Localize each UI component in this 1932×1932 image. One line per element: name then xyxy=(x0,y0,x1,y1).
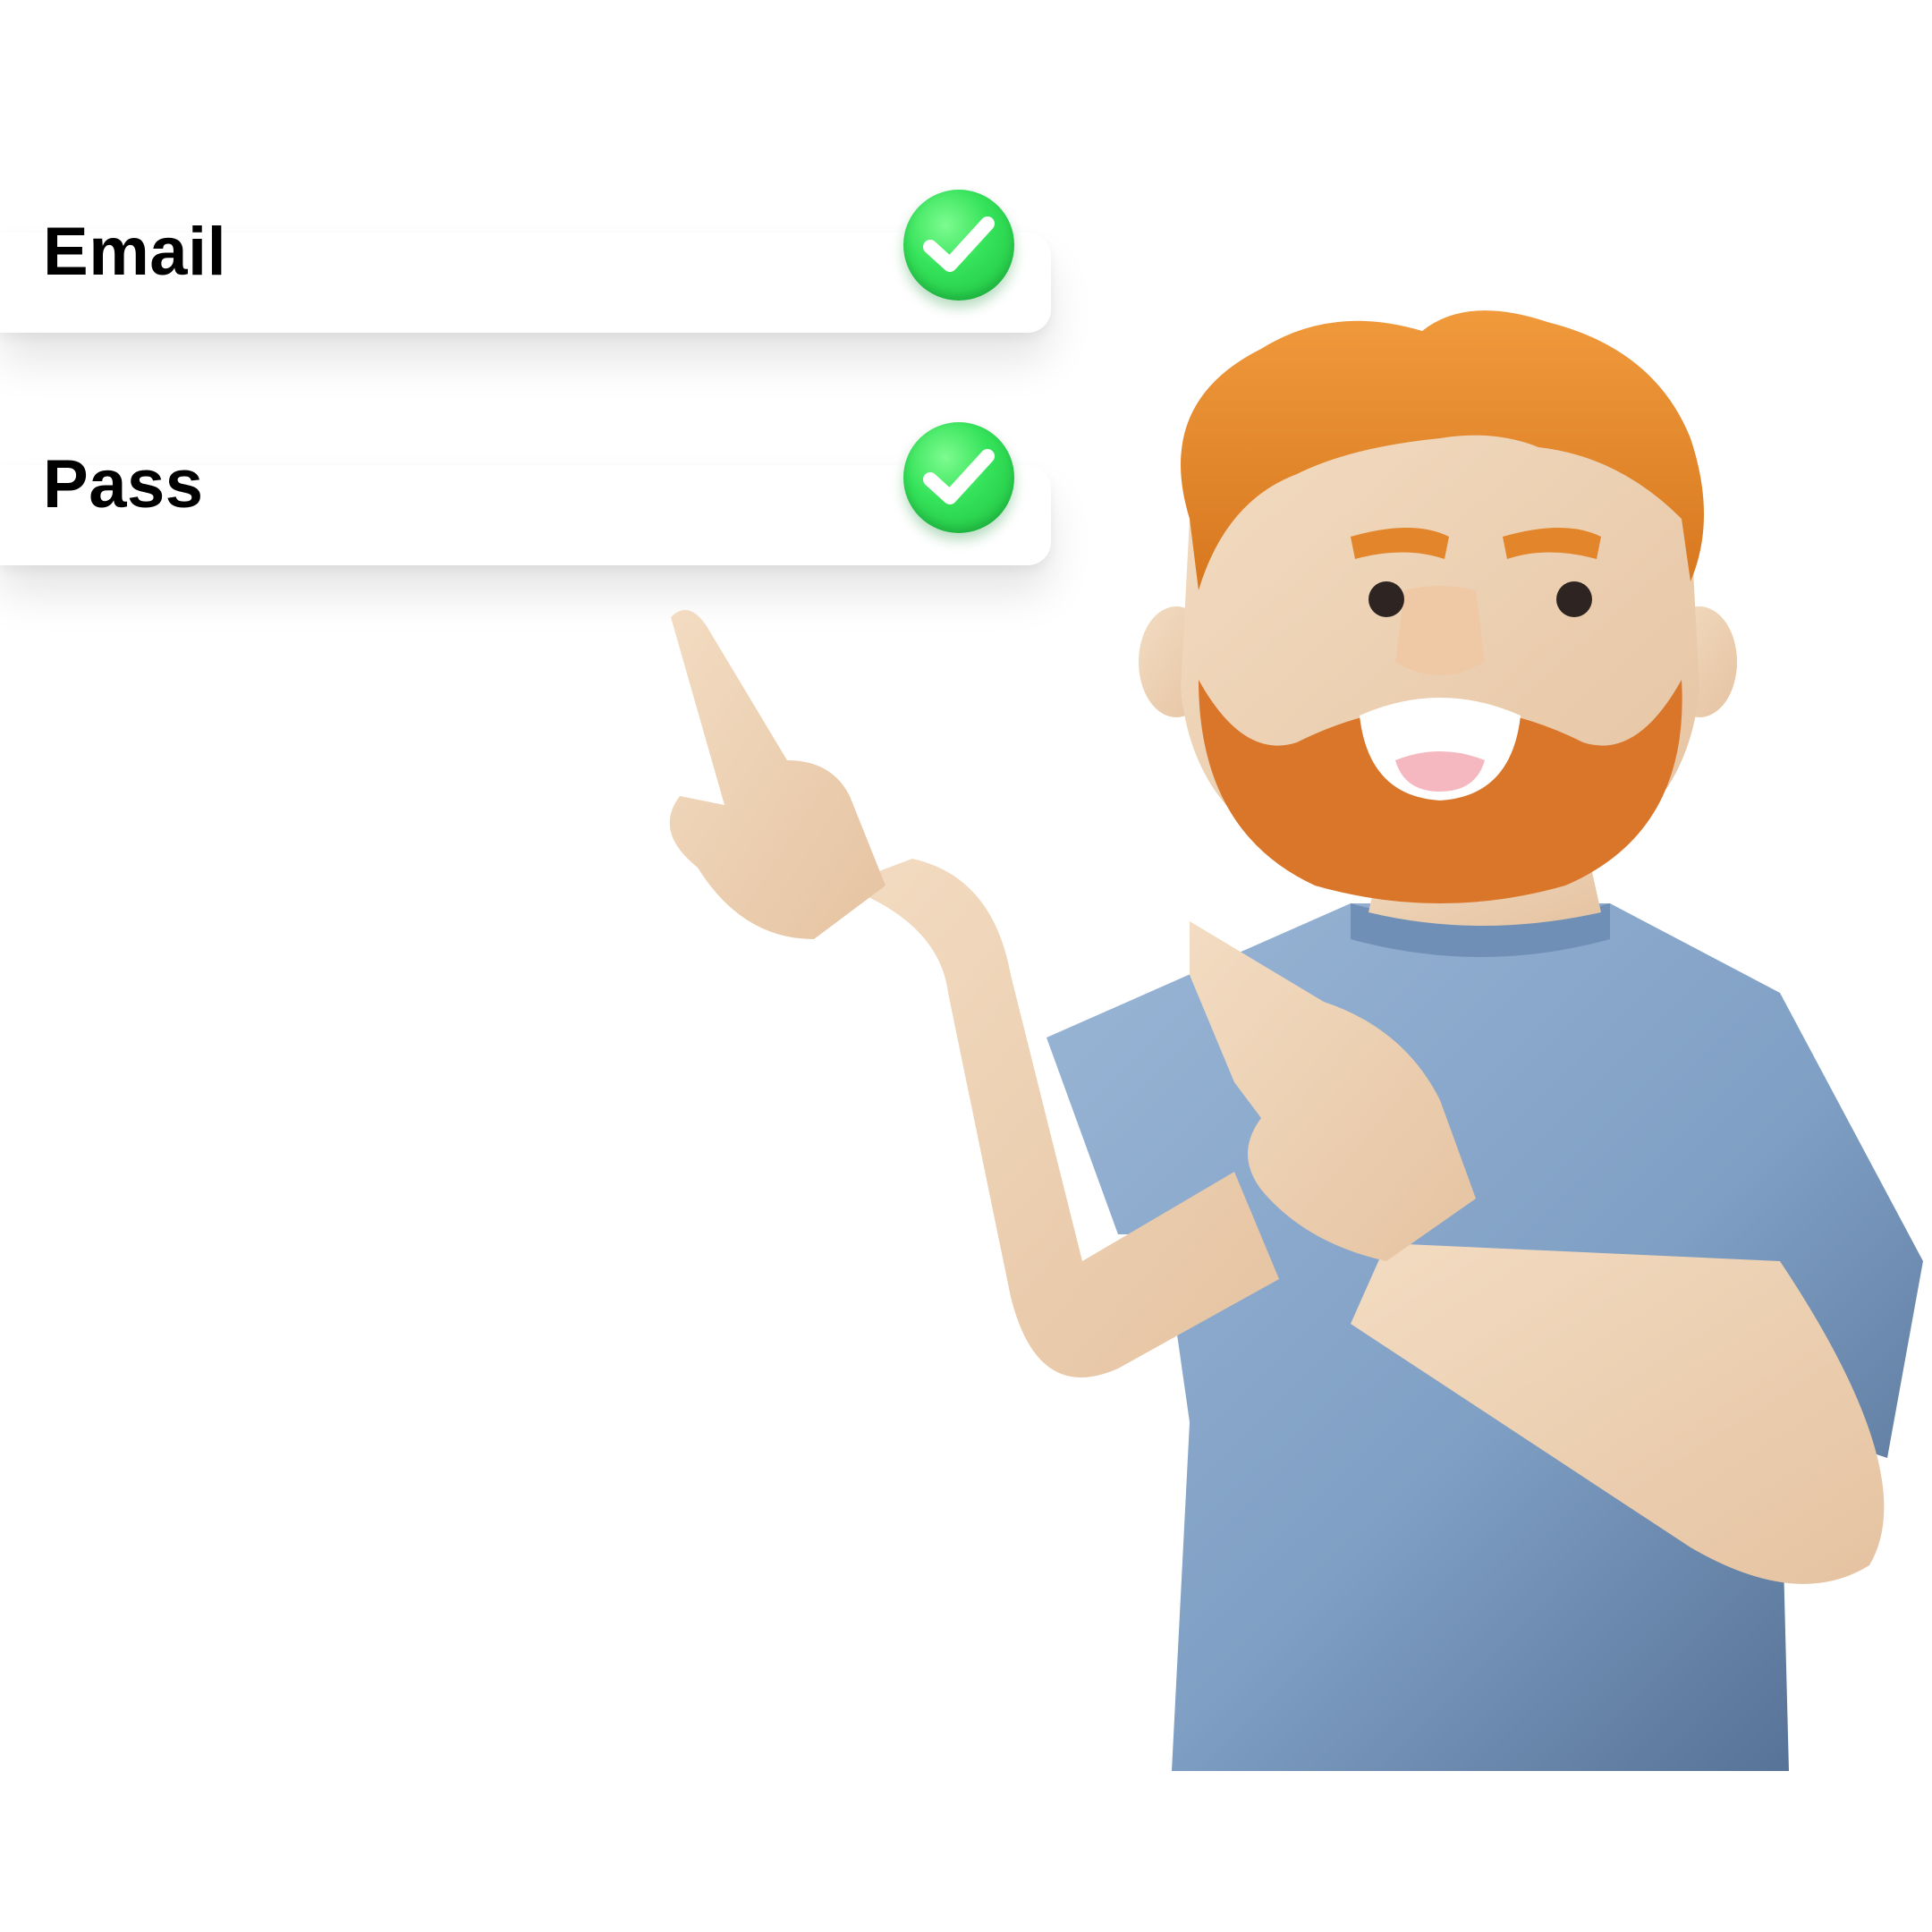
right-eye xyxy=(1556,581,1592,617)
nose xyxy=(1395,586,1485,675)
character-illustration xyxy=(669,310,1923,1771)
left-hand xyxy=(669,610,886,939)
left-eye xyxy=(1368,581,1404,617)
password-field-label: Pass xyxy=(43,446,204,522)
email-field-label: Email xyxy=(43,214,227,290)
email-check-icon xyxy=(903,190,1014,301)
